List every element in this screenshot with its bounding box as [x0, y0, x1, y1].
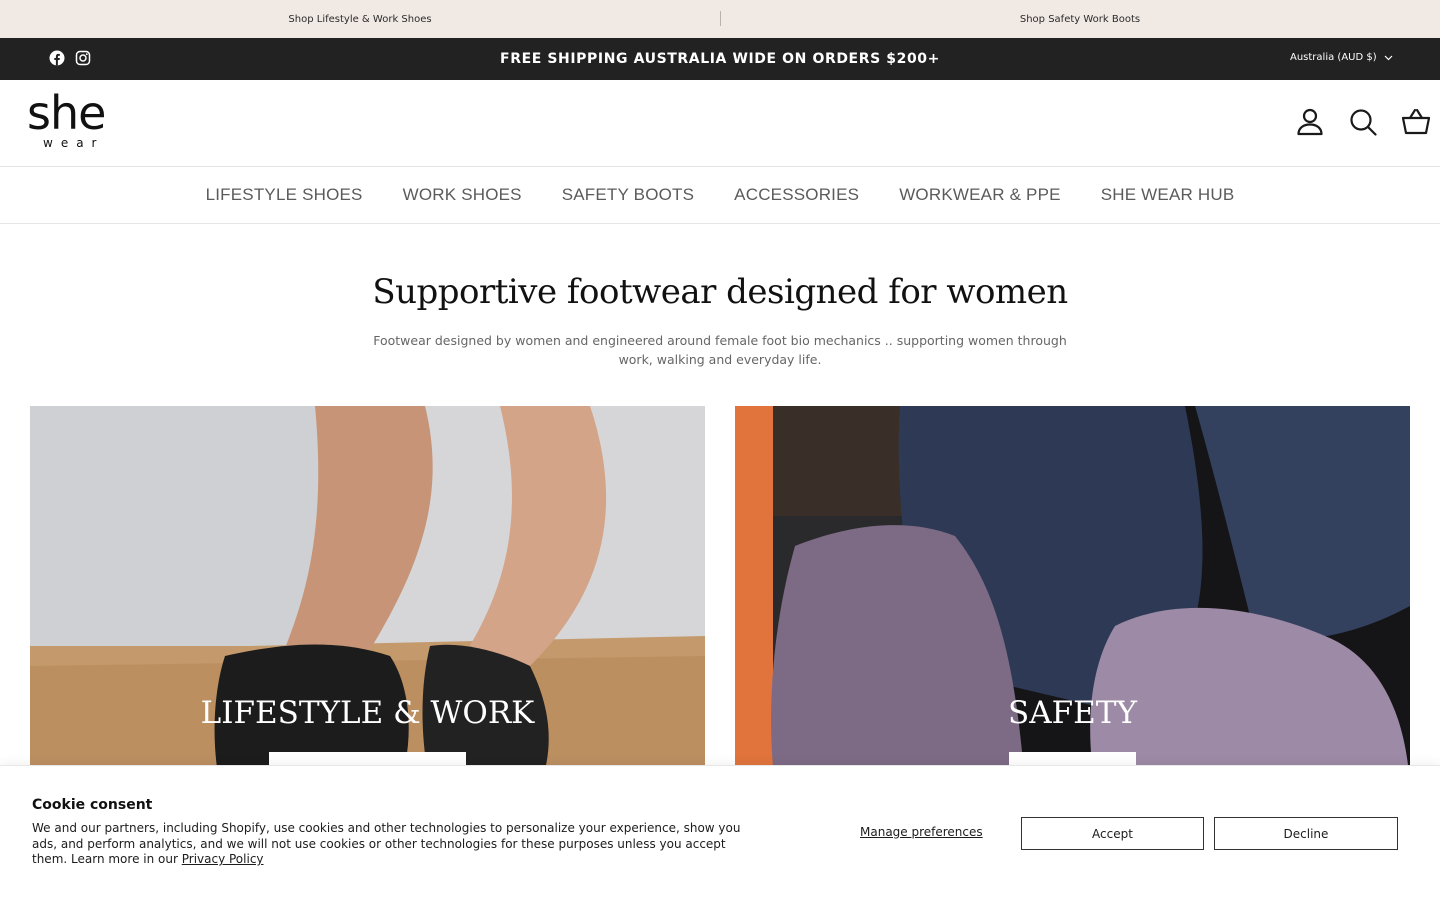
- nav-safety-boots[interactable]: SAFETY BOOTS: [562, 185, 694, 205]
- hero-subtitle: Footwear designed by women and engineere…: [373, 333, 1067, 367]
- cookie-consent-banner: Cookie consent We and our partners, incl…: [0, 765, 1440, 900]
- nav-work-shoes[interactable]: WORK SHOES: [403, 185, 522, 205]
- search-icon[interactable]: [1348, 107, 1378, 137]
- cookie-title: Cookie consent: [32, 797, 153, 813]
- nav-lifestyle-shoes[interactable]: LIFESTYLE SHOES: [206, 185, 363, 205]
- site-header: she wear: [0, 80, 1440, 167]
- currency-selector[interactable]: Australia (AUD $): [1290, 52, 1393, 63]
- cookie-body-text: We and our partners, including Shopify, …: [32, 821, 741, 866]
- shop-lifestyle-work-link[interactable]: Shop Lifestyle & Work Shoes: [0, 0, 720, 38]
- nav-workwear-ppe[interactable]: WORKWEAR & PPE: [899, 185, 1061, 205]
- nav-accessories[interactable]: ACCESSORIES: [734, 185, 859, 205]
- privacy-policy-link[interactable]: Privacy Policy: [182, 852, 264, 866]
- main-nav: LIFESTYLE SHOES WORK SHOES SAFETY BOOTS …: [0, 167, 1440, 224]
- shop-safety-boots-link[interactable]: Shop Safety Work Boots: [720, 0, 1440, 38]
- cookie-description: We and our partners, including Shopify, …: [32, 821, 762, 868]
- cart-basket-icon[interactable]: [1401, 107, 1431, 137]
- manage-preferences-link[interactable]: Manage preferences: [860, 825, 983, 839]
- nav-she-wear-hub[interactable]: SHE WEAR HUB: [1101, 185, 1235, 205]
- safety-tile[interactable]: SAFETY: [735, 406, 1410, 786]
- free-shipping-announcement: FREE SHIPPING AUSTRALIA WIDE ON ORDERS $…: [500, 51, 940, 67]
- decline-button[interactable]: Decline: [1214, 817, 1398, 850]
- logo-main-text: she: [27, 86, 106, 140]
- logo-sub-text: wear: [43, 136, 105, 150]
- lifestyle-work-tile[interactable]: LIFESTYLE & WORK: [30, 406, 705, 786]
- promo-bar: Shop Lifestyle & Work Shoes Shop Safety …: [0, 0, 1440, 38]
- promo-divider: [720, 11, 721, 26]
- header-icons: [1295, 107, 1431, 137]
- chevron-down-icon: [1384, 55, 1393, 60]
- page-title: Supportive footwear designed for women: [372, 272, 1068, 312]
- announcement-bar: FREE SHIPPING AUSTRALIA WIDE ON ORDERS $…: [0, 38, 1440, 80]
- lifestyle-work-title: LIFESTYLE & WORK: [200, 695, 535, 731]
- accept-button[interactable]: Accept: [1021, 817, 1204, 850]
- safety-title: SAFETY: [1008, 695, 1137, 731]
- she-wear-logo[interactable]: she wear: [27, 86, 117, 154]
- currency-label: Australia (AUD $): [1290, 52, 1377, 63]
- account-icon[interactable]: [1295, 107, 1325, 137]
